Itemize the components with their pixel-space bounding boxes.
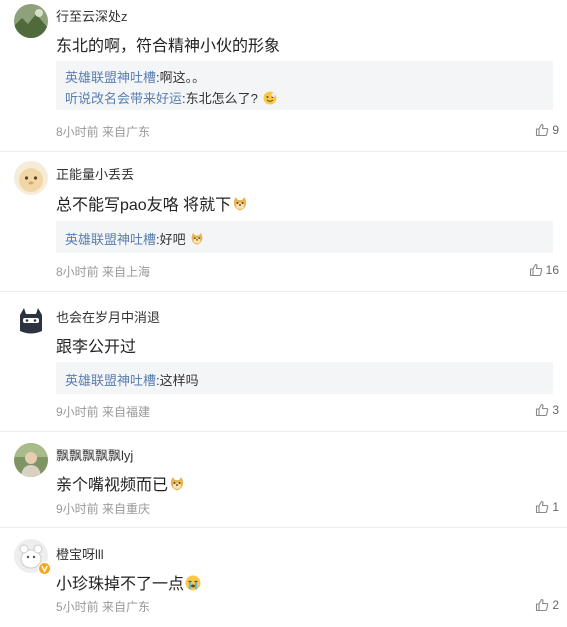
comment-username[interactable]: 橙宝呀lll: [56, 544, 104, 563]
avatar[interactable]: [14, 539, 51, 575]
like-button[interactable]: 9: [535, 123, 559, 137]
verified-badge-icon: [38, 562, 51, 575]
thumbs-up-icon: [536, 598, 549, 612]
comment-content: 跟李公开过: [56, 339, 137, 356]
comment-time: 9小时前: [56, 502, 99, 516]
comment-meta: 5小时前 来自广东: [56, 598, 150, 615]
comment-location: 来自福建: [102, 405, 151, 419]
reply-text: 东北怎么了?: [185, 91, 258, 106]
comment-time: 9小时前: [56, 405, 99, 419]
thumbs-up-icon: [536, 500, 549, 514]
comment-meta: 8小时前 来自上海: [56, 263, 150, 280]
like-button[interactable]: 1: [535, 500, 559, 514]
comment-meta: 8小时前 来自广东: [56, 123, 150, 140]
comment-meta: 9小时前 来自福建: [56, 403, 150, 420]
thumbs-up-icon: [536, 403, 549, 417]
doge-emoji-icon: [234, 197, 247, 211]
comment-time: 5小时前: [56, 600, 99, 614]
comment-item: 橙宝呀lll 小珍珠掉不了一点 5小时前 来自广东 2: [0, 527, 567, 627]
comment-location: 来自广东: [102, 125, 151, 139]
avatar[interactable]: [14, 303, 48, 337]
reply-username[interactable]: 英雄联盟神吐槽: [65, 232, 156, 247]
comment-content: 东北的啊，符合精神小伙的形象: [56, 38, 281, 55]
doge-emoji-icon: [170, 477, 184, 491]
reply-item: 英雄联盟神吐槽:这样吗: [65, 373, 199, 388]
blush-emoji-icon: [263, 91, 276, 105]
comment-username[interactable]: 行至云深处z: [56, 6, 128, 25]
reply-box[interactable]: 英雄联盟神吐槽:这样吗: [56, 362, 553, 394]
comment-username[interactable]: 正能量小丢丢: [56, 164, 134, 183]
comment-time: 8小时前: [56, 265, 99, 279]
avatar[interactable]: [14, 443, 48, 477]
comment-meta: 9小时前 来自重庆: [56, 500, 150, 517]
comment-item: 也会在岁月中消退 跟李公开过 英雄联盟神吐槽:这样吗 9小时前 来自福建 3: [0, 291, 567, 432]
comment-content: 总不能写pao友咯 将就下: [56, 191, 248, 215]
reply-box[interactable]: 英雄联盟神吐槽:好吧: [56, 221, 553, 253]
reply-item: 英雄联盟神吐槽:啊这。。: [65, 70, 206, 85]
reply-text: 啊这。。: [159, 70, 206, 85]
comment-location: 来自上海: [102, 265, 151, 279]
reply-box[interactable]: 英雄联盟神吐槽:啊这。。 听说改名会带来好运:东北怎么了?: [56, 61, 553, 110]
reply-item: 英雄联盟神吐槽:好吧: [65, 229, 204, 248]
like-count: 16: [545, 263, 559, 277]
reply-text: 这样吗: [159, 373, 199, 388]
thumbs-up-icon: [536, 123, 549, 137]
like-count: 3: [552, 403, 559, 417]
like-button[interactable]: 2: [535, 598, 559, 612]
comment-item: 正能量小丢丢 总不能写pao友咯 将就下 英雄联盟神吐槽:好吧 8小时前 来自上…: [0, 151, 567, 292]
like-count: 2: [552, 598, 559, 612]
comment-time: 8小时前: [56, 125, 99, 139]
comment-content: 亲个嘴视频而已: [56, 471, 185, 495]
reply-text: 好吧: [159, 232, 186, 247]
like-count: 1: [552, 500, 559, 514]
comment-content: 小珍珠掉不了一点: [56, 570, 201, 594]
comment-item: 飘飘飘飘飘lyj 亲个嘴视频而已 9小时前 来自重庆 1: [0, 431, 567, 528]
reply-username[interactable]: 英雄联盟神吐槽: [65, 70, 156, 85]
comment-username[interactable]: 飘飘飘飘飘lyj: [56, 445, 133, 464]
reply-item: 听说改名会带来好运:东北怎么了?: [65, 88, 277, 107]
reply-username[interactable]: 英雄联盟神吐槽: [65, 373, 156, 388]
reply-username[interactable]: 听说改名会带来好运: [65, 91, 182, 106]
crying-emoji-icon: [185, 575, 201, 591]
comment-username[interactable]: 也会在岁月中消退: [56, 307, 160, 326]
doge-emoji-icon: [191, 232, 203, 245]
like-count: 9: [552, 123, 559, 137]
comment-item: 行至云深处z 东北的啊，符合精神小伙的形象 英雄联盟神吐槽:啊这。。 听说改名会…: [0, 0, 567, 152]
avatar[interactable]: [14, 4, 48, 38]
thumbs-up-icon: [529, 263, 542, 277]
comment-location: 来自广东: [102, 600, 151, 614]
comment-location: 来自重庆: [102, 502, 151, 516]
like-button[interactable]: 3: [535, 403, 559, 417]
like-button[interactable]: 16: [529, 263, 559, 277]
avatar[interactable]: [14, 161, 48, 195]
